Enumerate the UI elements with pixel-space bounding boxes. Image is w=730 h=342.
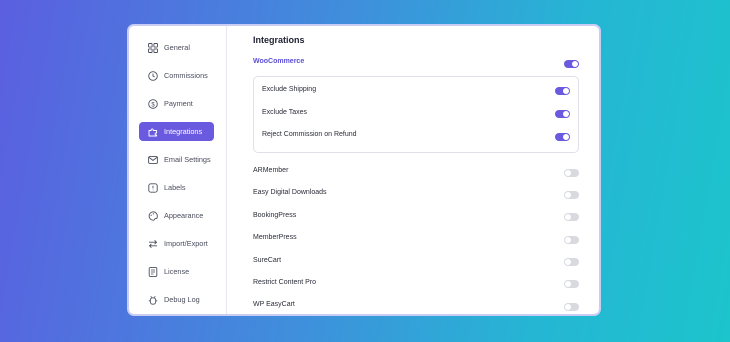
integration-label-memberpress: MemberPress bbox=[253, 234, 297, 241]
sidebar-item-license[interactable]: License bbox=[139, 262, 214, 281]
sidebar-item-label: Labels bbox=[164, 183, 186, 192]
sidebar-item-integrations[interactable]: Integrations bbox=[139, 122, 214, 141]
dollar-icon: $ bbox=[148, 98, 158, 109]
integration-toggle-bookingpress[interactable] bbox=[564, 213, 579, 221]
sidebar-item-appearance[interactable]: Appearance bbox=[139, 206, 214, 225]
toggle-knob bbox=[565, 192, 571, 198]
sidebar-item-import-export[interactable]: Import/Export bbox=[139, 234, 214, 253]
exclude-taxes-toggle[interactable] bbox=[555, 110, 570, 118]
settings-main: Integrations WooCommerce Exclude Shippin… bbox=[227, 26, 599, 314]
bug-icon bbox=[148, 295, 158, 305]
puzzle-icon bbox=[148, 127, 158, 137]
integration-toggle-wp-easycart[interactable] bbox=[564, 303, 579, 311]
exclude-shipping-toggle[interactable] bbox=[555, 87, 570, 95]
sidebar-item-label: Import/Export bbox=[164, 239, 208, 248]
integration-label-surecart: SureCart bbox=[253, 257, 282, 264]
integration-label-restrict-content-pro: Restrict Content Pro bbox=[253, 279, 317, 286]
integration-label-bookingpress: BookingPress bbox=[253, 212, 297, 219]
toggle-knob bbox=[565, 214, 571, 220]
mail-icon bbox=[148, 155, 158, 165]
license-icon bbox=[148, 266, 158, 277]
integration-toggle-armember[interactable] bbox=[564, 169, 579, 177]
sidebar-item-debug-log[interactable]: Debug Log bbox=[139, 290, 214, 309]
sidebar-item-label: Email Settings bbox=[164, 155, 211, 164]
integration-toggle-restrict-content-pro[interactable] bbox=[564, 280, 579, 288]
integration-toggle-surecart[interactable] bbox=[564, 258, 579, 266]
exclude-shipping-label: Exclude Shipping bbox=[262, 86, 317, 93]
toggle-knob bbox=[565, 259, 571, 265]
integration-label-armember: ARMember bbox=[253, 167, 289, 174]
sidebar-item-commissions[interactable]: Commissions bbox=[139, 66, 214, 85]
sidebar-item-label: Payment bbox=[164, 99, 193, 108]
woocommerce-label: WooCommerce bbox=[253, 58, 305, 65]
toggle-knob bbox=[565, 281, 571, 287]
clock-icon bbox=[148, 70, 158, 81]
settings-card: General Commissions $ Payment Integratio… bbox=[127, 24, 601, 316]
svg-text:$: $ bbox=[151, 102, 155, 108]
exclude-taxes-label: Exclude Taxes bbox=[262, 109, 308, 116]
sidebar-item-label: Debug Log bbox=[164, 295, 200, 304]
toggle-knob bbox=[563, 134, 569, 140]
integration-toggle-memberpress[interactable] bbox=[564, 236, 579, 244]
reject-commission-toggle[interactable] bbox=[555, 133, 570, 141]
toggle-knob bbox=[563, 88, 569, 94]
toggle-knob bbox=[563, 111, 569, 117]
sidebar-item-label: Integrations bbox=[164, 127, 203, 136]
integration-toggle-edd[interactable] bbox=[564, 191, 579, 199]
page-title: Integrations bbox=[253, 35, 305, 45]
sidebar-item-general[interactable]: General bbox=[139, 38, 214, 57]
woocommerce-toggle[interactable] bbox=[564, 60, 579, 68]
sidebar-item-labels[interactable]: Labels bbox=[139, 178, 214, 197]
tag-icon bbox=[148, 182, 158, 193]
toggle-knob bbox=[572, 61, 578, 67]
sidebar-item-label: General bbox=[164, 43, 190, 52]
toggle-knob bbox=[565, 170, 571, 176]
palette-icon bbox=[148, 210, 158, 221]
settings-sidebar: General Commissions $ Payment Integratio… bbox=[129, 26, 227, 314]
reject-commission-label: Reject Commission on Refund bbox=[262, 131, 357, 138]
sidebar-item-label: Commissions bbox=[164, 71, 208, 80]
integration-label-wp-easycart: WP EasyCart bbox=[253, 301, 295, 308]
sidebar-item-payment[interactable]: $ Payment bbox=[139, 94, 214, 113]
swap-icon bbox=[148, 239, 158, 249]
sidebar-item-email-settings[interactable]: Email Settings bbox=[139, 150, 214, 169]
integration-label-edd: Easy Digital Downloads bbox=[253, 189, 327, 196]
sidebar-item-label: Appearance bbox=[164, 211, 204, 220]
sidebar-item-label: License bbox=[164, 267, 190, 276]
toggle-knob bbox=[565, 237, 571, 243]
toggle-knob bbox=[565, 304, 571, 310]
grid-icon bbox=[148, 42, 158, 53]
